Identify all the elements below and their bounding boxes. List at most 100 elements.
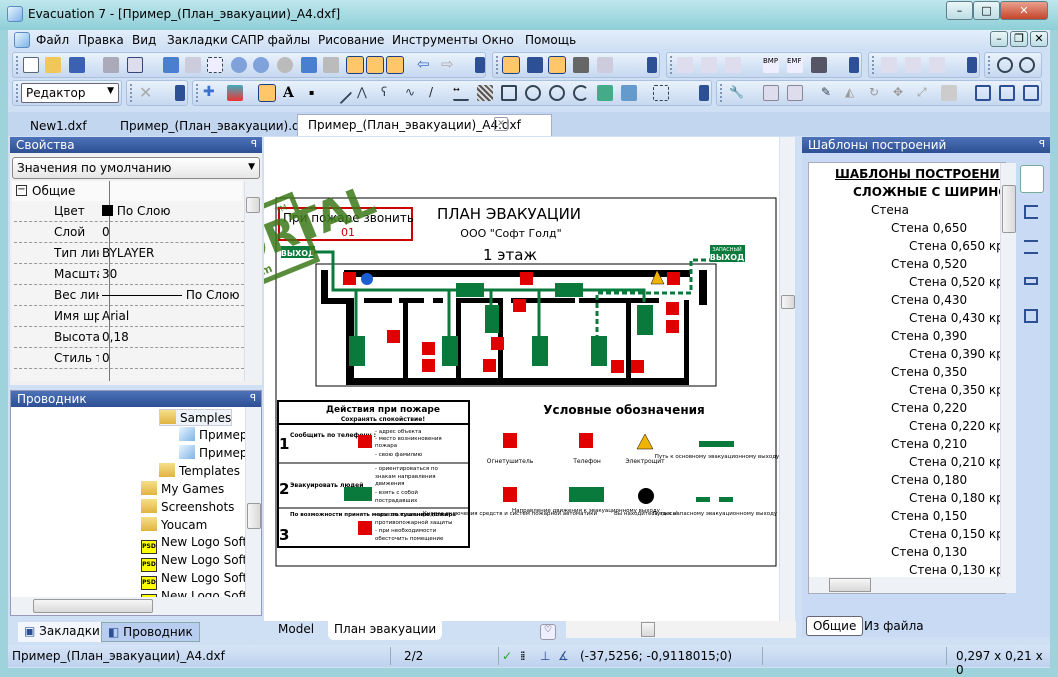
- explorer-item[interactable]: PSD New Logo Softpo: [141, 553, 245, 572]
- minimize-button[interactable]: –: [946, 1, 973, 20]
- template-category-doors-icon[interactable]: [1024, 277, 1038, 285]
- template-item[interactable]: Стена 0,520: [891, 257, 967, 271]
- templates-vscrollbar[interactable]: [1000, 163, 1016, 593]
- measure-icon[interactable]: [677, 57, 693, 73]
- hide-icon[interactable]: [725, 57, 741, 73]
- polar-icon[interactable]: ∡: [558, 649, 569, 663]
- menu-edit[interactable]: Правка: [78, 33, 124, 47]
- group-row[interactable]: − Общие: [12, 181, 242, 201]
- spline-tool-icon[interactable]: ʕ: [381, 85, 397, 101]
- export-emf-icon[interactable]: EMF: [787, 57, 803, 73]
- fullscreen-icon[interactable]: [811, 57, 827, 73]
- properties-preset-select[interactable]: Значения по умолчанию ▼: [12, 157, 260, 179]
- doc-icon[interactable]: [14, 32, 30, 48]
- line-tool-icon[interactable]: [329, 81, 353, 105]
- tab-general[interactable]: Общие: [806, 616, 864, 636]
- menu-file[interactable]: Файл: [36, 33, 69, 47]
- explorer-item[interactable]: My Games: [141, 481, 224, 496]
- property-row-height[interactable]: Высота 0,18: [14, 327, 244, 348]
- tab-from-file[interactable]: Из файла: [858, 617, 930, 637]
- explorer-item[interactable]: Youcam: [141, 517, 207, 532]
- explorer-vscrollbar[interactable]: [245, 407, 261, 597]
- properties-panel-icon[interactable]: [386, 56, 404, 74]
- dimension-tool-icon[interactable]: ↔: [453, 85, 469, 101]
- template-item[interactable]: Стена 0,650 кр: [909, 239, 1004, 253]
- mode-select[interactable]: Редактор ▼: [21, 83, 119, 103]
- menu-view[interactable]: Вид: [132, 33, 156, 47]
- frame-icon[interactable]: [573, 57, 589, 73]
- zoom-extents-icon[interactable]: [277, 57, 293, 73]
- explorer-hscrollbar[interactable]: [11, 597, 261, 615]
- explorer-item[interactable]: PSD New Logo Softpo: [141, 571, 245, 590]
- property-row-color[interactable]: Цвет По Слою: [14, 201, 244, 222]
- pin-icon[interactable]: ꟼ: [1039, 137, 1045, 153]
- zoom-in-icon[interactable]: [231, 57, 247, 73]
- hatch-tool-icon[interactable]: [477, 85, 493, 101]
- print-icon[interactable]: [103, 57, 119, 73]
- delete-icon[interactable]: ✕: [139, 85, 155, 101]
- forward-arrow-icon[interactable]: ⇨: [441, 57, 457, 73]
- select-cursor-icon[interactable]: [258, 84, 276, 102]
- mdi-minimize-button[interactable]: –: [990, 31, 1008, 47]
- template-item[interactable]: Стена 0,520 кр: [909, 275, 1004, 289]
- rectangle-tool-icon[interactable]: [501, 85, 517, 101]
- template-category-rooms-icon[interactable]: [1024, 205, 1038, 219]
- menu-drawing[interactable]: Рисование: [318, 33, 384, 47]
- template-root[interactable]: ШАБЛОНЫ ПОСТРОЕНИЙ: [835, 167, 1005, 181]
- ungroup-icon[interactable]: [999, 85, 1015, 101]
- copy-entity-icon[interactable]: [763, 85, 779, 101]
- template-item[interactable]: Стена 0,390 кр: [909, 347, 1004, 361]
- move-icon[interactable]: ✥: [893, 85, 909, 101]
- filter-icon[interactable]: [227, 85, 243, 101]
- color-mode-icon[interactable]: [502, 56, 520, 74]
- export-bmp-icon[interactable]: BMP: [763, 57, 779, 73]
- property-row-lineweight[interactable]: Вес линии По Слою: [14, 285, 244, 306]
- save-icon[interactable]: [69, 57, 85, 73]
- tab-plan-a4[interactable]: Пример_(План_эвакуации)_A4.dxf: [297, 114, 552, 136]
- template-category-walls-icon[interactable]: [1020, 165, 1044, 193]
- zoom-out-icon[interactable]: [253, 57, 269, 73]
- template-item[interactable]: Стена 0,650: [891, 221, 967, 235]
- drawing-canvas[interactable]: При пожаре звонить 01 ПЛАН ЭВАКУАЦИИ ООО…: [264, 137, 795, 621]
- circle-tool-icon[interactable]: [525, 85, 541, 101]
- collapse-icon[interactable]: −: [16, 185, 27, 196]
- rotate-90-icon[interactable]: [881, 57, 897, 73]
- template-item[interactable]: Стена 0,220: [891, 401, 967, 415]
- menu-cad-files[interactable]: САПР файлы: [231, 33, 310, 47]
- template-item[interactable]: Стена 0,210: [891, 437, 967, 451]
- tab-explorer[interactable]: ◧ Проводник: [101, 622, 200, 642]
- canvas-vscrollbar[interactable]: [779, 137, 795, 621]
- template-subgroup[interactable]: Стена: [871, 203, 909, 217]
- new-file-icon[interactable]: [23, 57, 39, 73]
- paste-entity-icon[interactable]: [787, 85, 803, 101]
- property-row-layer[interactable]: Слой 0: [14, 222, 244, 243]
- tab-bookmarks[interactable]: ▣ Закладки: [18, 622, 106, 642]
- rotate-custom-icon[interactable]: [929, 57, 945, 73]
- template-item[interactable]: Стена 0,180: [891, 473, 967, 487]
- mdi-restore-button[interactable]: ❐: [1010, 31, 1028, 47]
- tab-new1[interactable]: New1.dxf: [20, 116, 97, 136]
- add-point-icon[interactable]: ✚: [203, 85, 219, 101]
- explorer-item[interactable]: Пример_(: [179, 445, 245, 460]
- layers-icon[interactable]: [597, 57, 613, 73]
- explode-icon[interactable]: [941, 85, 957, 101]
- explorer-panel-icon[interactable]: [366, 56, 384, 74]
- menu-bookmarks[interactable]: Закладки: [167, 33, 228, 47]
- zoom-window-icon[interactable]: [207, 57, 223, 73]
- menu-window[interactable]: Окно: [482, 33, 514, 47]
- point-tool-icon[interactable]: ▪: [309, 85, 325, 101]
- rotate-180-icon[interactable]: [905, 57, 921, 73]
- block-icon[interactable]: [1023, 85, 1039, 101]
- background-icon[interactable]: [548, 56, 566, 74]
- property-row-scale[interactable]: Масштаб30: [14, 264, 244, 285]
- explorer-item[interactable]: Templates: [159, 463, 240, 478]
- canvas-hscrollbar[interactable]: [566, 621, 796, 638]
- menu-help[interactable]: Помощь: [525, 33, 576, 47]
- template-item[interactable]: Стена 0,150 кр: [909, 527, 1004, 541]
- text-tool-icon[interactable]: A: [283, 85, 299, 101]
- template-item[interactable]: Стена 0,130: [891, 545, 967, 559]
- circle-3p-tool-icon[interactable]: [549, 85, 565, 101]
- freehand-tool-icon[interactable]: ∿: [405, 85, 421, 101]
- toolbar-options-icon[interactable]: [475, 57, 485, 73]
- pen-icon[interactable]: ✎: [821, 85, 837, 101]
